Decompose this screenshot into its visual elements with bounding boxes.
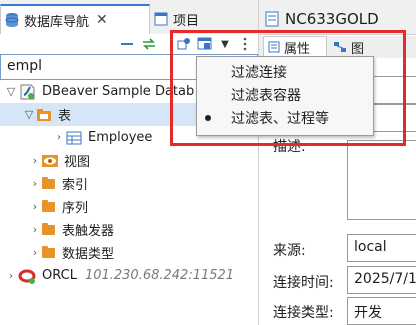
chevron-right-icon[interactable]: ›	[28, 177, 42, 190]
connect-time-label: 连接时间:	[273, 275, 334, 291]
database-icon	[5, 13, 19, 27]
tree-item-label: 表	[58, 109, 72, 124]
connection-type-field[interactable]: 开发	[347, 297, 416, 325]
oracle-db-icon	[18, 268, 36, 284]
chevron-right-icon[interactable]: ›	[4, 269, 18, 282]
folder-icon	[42, 199, 55, 212]
tab-nc633gold[interactable]: NC633GOLD	[265, 6, 415, 32]
folder-icon	[42, 222, 55, 235]
source-field[interactable]: local	[347, 234, 416, 262]
tree-item-label: 数据类型	[62, 247, 115, 262]
tab-label: NC633GOLD	[285, 10, 379, 28]
link-with-editor-icon[interactable]	[140, 35, 158, 53]
chevron-right-icon[interactable]: ›	[52, 132, 66, 143]
chevron-right-icon[interactable]: ›	[28, 154, 42, 167]
tab-database-navigator-label: 数据库导航	[24, 14, 90, 30]
table-icon	[66, 131, 82, 145]
tree-item-label: 视图	[64, 155, 91, 170]
tree-item-orcl[interactable]: › ORCL 101.230.68.242:11521	[0, 264, 258, 287]
tab-database-navigator[interactable]: 数据库导航 ✕	[0, 4, 150, 34]
tree-item-data-types[interactable]: › 数据类型	[0, 241, 258, 264]
tree-item-sequences[interactable]: › 序列	[0, 195, 258, 218]
tree-item-label: ORCL	[42, 268, 77, 283]
tree-item-label: 序列	[62, 201, 89, 216]
connect-time-field[interactable]: 2025/7/1	[347, 266, 416, 294]
tree-item-label: 索引	[62, 178, 89, 193]
view-eye-icon	[42, 154, 58, 167]
connection-host: 101.230.68.242:11521	[84, 268, 235, 283]
database-icon	[265, 11, 279, 27]
tree-item-label: Employee	[88, 130, 153, 145]
table-folder-icon	[36, 108, 52, 122]
tree-item-indexes[interactable]: › 索引	[0, 172, 258, 195]
close-icon[interactable]: ✕	[96, 12, 108, 28]
description-textarea[interactable]	[347, 140, 416, 220]
chevron-right-icon[interactable]: ›	[28, 200, 42, 213]
tab-projects-label: 项目	[173, 13, 200, 29]
chevron-right-icon[interactable]: ›	[28, 223, 42, 236]
chevron-down-icon[interactable]: ▽	[22, 108, 36, 121]
source-label: 来源:	[273, 243, 306, 259]
tree-item-views[interactable]: › 视图	[0, 149, 258, 172]
collapse-all-icon[interactable]	[118, 35, 136, 53]
chevron-right-icon[interactable]: ›	[28, 246, 42, 259]
highlight-box	[170, 30, 406, 146]
project-icon	[154, 12, 168, 26]
folder-icon	[42, 176, 55, 189]
chevron-down-icon[interactable]: ▽	[4, 85, 18, 98]
tree-item-label: 表触发器	[62, 224, 115, 239]
connection-type-label: 连接类型:	[273, 305, 334, 321]
sqlite-db-icon	[18, 83, 36, 101]
folder-icon	[42, 245, 55, 258]
tree-item-table-triggers[interactable]: › 表触发器	[0, 218, 258, 241]
